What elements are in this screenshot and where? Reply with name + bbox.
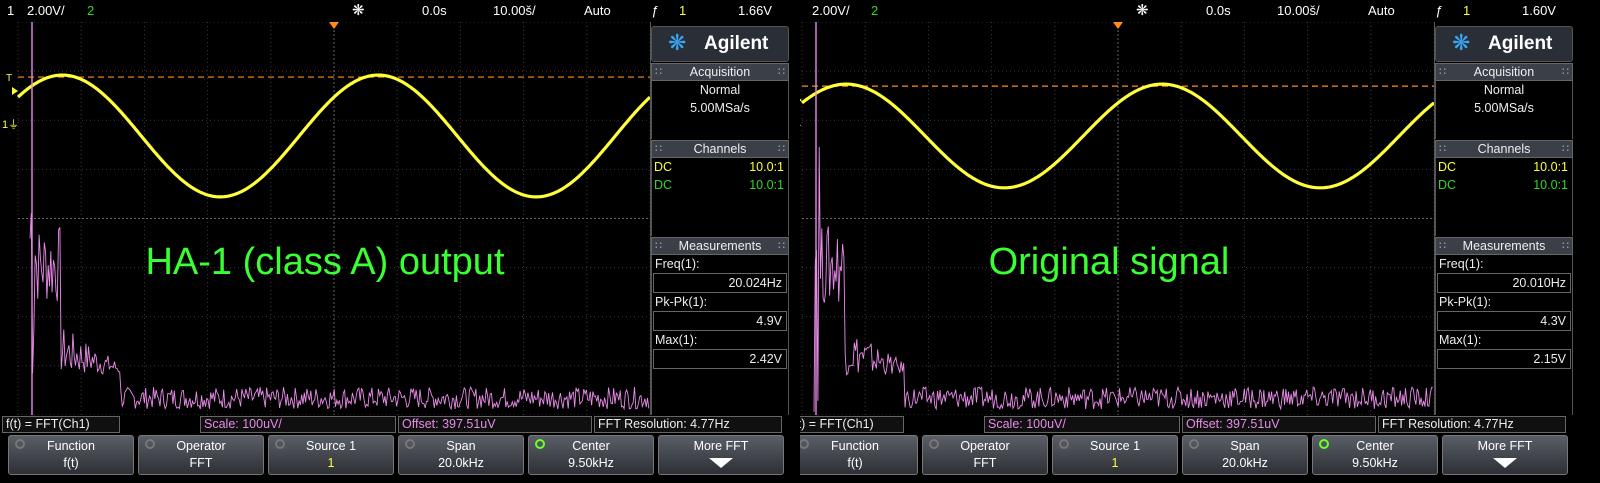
ch2-number[interactable]: 2 bbox=[87, 0, 94, 22]
measurement-value: 4.9V bbox=[653, 311, 787, 331]
measurement-label: Freq(1): bbox=[1436, 255, 1572, 273]
agilent-spark-icon: ❋ bbox=[668, 30, 687, 55]
measurement-value: 20.010Hz bbox=[1437, 273, 1571, 293]
ch1-ground-marker: 1⏚ bbox=[2, 118, 19, 131]
trigger-level[interactable]: 1.60V bbox=[1522, 0, 1556, 22]
agilent-spark-icon: ❋ bbox=[1452, 30, 1471, 55]
timebase-readout[interactable]: 10.00š/ bbox=[1277, 0, 1320, 22]
delay-readout[interactable]: 0.0s bbox=[422, 0, 447, 22]
ch1-scale[interactable]: 2.00V/ bbox=[27, 0, 65, 22]
softkey-bar: Function f(t) Operator FFT Source 1 1 Sp… bbox=[800, 433, 1600, 483]
timebase-readout[interactable]: 10.00š/ bbox=[493, 0, 536, 22]
operator-softkey[interactable]: Operator FFT bbox=[138, 435, 264, 475]
acquisition-mode: Normal bbox=[699, 83, 741, 97]
measurement-label: Pk-Pk(1): bbox=[1436, 293, 1572, 311]
measurement-value: 20.024Hz bbox=[653, 273, 787, 293]
trigger-mode[interactable]: Auto bbox=[1368, 0, 1395, 22]
channel-row-2: DC 10.0:1 bbox=[654, 178, 784, 192]
delay-readout[interactable]: 0.0s bbox=[1206, 0, 1231, 22]
fft-function: f(t) = FFT(Ch1) bbox=[800, 416, 904, 433]
overlay-label: Original signal bbox=[988, 241, 1230, 283]
measurements-header[interactable]: Measurements bbox=[651, 237, 789, 255]
softkey-bar: Function f(t) Operator FFT Source 1 1 Sp… bbox=[0, 433, 800, 483]
function-softkey[interactable]: Function f(t) bbox=[8, 435, 134, 475]
span-softkey[interactable]: Span 20.0kHz bbox=[398, 435, 524, 475]
waveform-plot: T1⏚ bbox=[800, 22, 1434, 415]
trigger-edge-icon: ƒ bbox=[651, 3, 659, 18]
channels-header[interactable]: Channels bbox=[651, 140, 789, 158]
more-fft-softkey[interactable]: More FFT bbox=[1442, 435, 1568, 475]
measurement-label: Pk-Pk(1): bbox=[652, 293, 788, 311]
center-softkey[interactable]: Center 9.50kHz bbox=[1312, 435, 1438, 475]
fft-scale: Scale: 100uV/ bbox=[200, 416, 396, 433]
side-panel: ❋ Agilent Acquisition Normal 5.00MSa/s C… bbox=[1435, 22, 1584, 415]
measurements-section: Freq(1): 20.010Hz Pk-Pk(1): 4.3V Max(1):… bbox=[1435, 255, 1573, 415]
ch1-marker-arrow bbox=[12, 87, 18, 96]
channel-row-2: DC 10.0:1 bbox=[1438, 178, 1568, 192]
measurement-value: 2.42V bbox=[653, 349, 787, 369]
fft-offset: Offset: 397.51uV bbox=[398, 416, 592, 433]
fft-offset: Offset: 397.51uV bbox=[1182, 416, 1376, 433]
fft-resolution: FFT Resolution: 4.77Hz bbox=[594, 416, 782, 433]
fft-scale: Scale: 100uV/ bbox=[984, 416, 1180, 433]
channels-section: DC 10.0:1 DC 10.0:1 bbox=[651, 158, 789, 236]
ch2-number[interactable]: 2 bbox=[871, 0, 878, 22]
trigger-position-marker bbox=[1113, 22, 1123, 29]
channels-header[interactable]: Channels bbox=[1435, 140, 1573, 158]
agilent-logo: ❋ Agilent bbox=[1435, 26, 1573, 62]
measurement-value: 4.3V bbox=[1437, 311, 1571, 331]
channels-section: DC 10.0:1 DC 10.0:1 bbox=[1435, 158, 1573, 236]
ch1-ground-marker: 1⏚ bbox=[800, 118, 803, 131]
fft-info-bar: f(t) = FFT(Ch1) Scale: 100uV/ Offset: 39… bbox=[0, 415, 800, 433]
side-panel: ❋ Agilent Acquisition Normal 5.00MSa/s C… bbox=[651, 22, 800, 415]
trigger-source[interactable]: 1 bbox=[1463, 0, 1470, 22]
acquisition-header[interactable]: Acquisition bbox=[651, 63, 789, 81]
run-status-icon: ❋ bbox=[1136, 2, 1149, 19]
arrow-down-icon bbox=[1493, 458, 1517, 468]
sample-rate: 5.00MSa/s bbox=[1474, 101, 1534, 115]
trigger-mode[interactable]: Auto bbox=[584, 0, 611, 22]
more-fft-softkey[interactable]: More FFT bbox=[658, 435, 784, 475]
channel-row-1: DC 10.0:1 bbox=[1438, 160, 1568, 174]
channel-row-1: DC 10.0:1 bbox=[654, 160, 784, 174]
acquisition-mode: Normal bbox=[1483, 83, 1525, 97]
scope-right: 1 2.00V/ 2 ❋ 0.0s 10.00š/ Auto ƒ 1 1.60V… bbox=[800, 0, 1600, 483]
measurement-value: 2.15V bbox=[1437, 349, 1571, 369]
overlay-label: HA-1 (class A) output bbox=[145, 241, 505, 283]
ch1-scale[interactable]: 2.00V/ bbox=[812, 0, 850, 22]
function-softkey[interactable]: Function f(t) bbox=[800, 435, 918, 475]
trigger-source[interactable]: 1 bbox=[679, 0, 686, 22]
acquisition-section: Normal 5.00MSa/s bbox=[1435, 81, 1573, 139]
source1-softkey[interactable]: Source 1 1 bbox=[1052, 435, 1178, 475]
graticule-display[interactable]: T1⏚ Original signal bbox=[800, 22, 1435, 415]
ch1-number[interactable]: 1 bbox=[7, 0, 14, 22]
run-status-icon: ❋ bbox=[352, 2, 365, 19]
fft-info-bar: f(t) = FFT(Ch1) Scale: 100uV/ Offset: 39… bbox=[800, 415, 1600, 433]
center-softkey[interactable]: Center 9.50kHz bbox=[528, 435, 654, 475]
acquisition-header[interactable]: Acquisition bbox=[1435, 63, 1573, 81]
arrow-down-icon bbox=[709, 458, 733, 468]
source1-softkey[interactable]: Source 1 1 bbox=[268, 435, 394, 475]
sample-rate: 5.00MSa/s bbox=[690, 101, 750, 115]
scope-left: 1 2.00V/ 2 ❋ 0.0s 10.00š/ Auto ƒ 1 1.66V… bbox=[0, 0, 800, 483]
waveform-plot: T 1⏚ bbox=[2, 22, 650, 415]
measurement-label: Max(1): bbox=[1436, 331, 1572, 349]
measurements-header[interactable]: Measurements bbox=[1435, 237, 1573, 255]
measurement-label: Max(1): bbox=[652, 331, 788, 349]
acquisition-section: Normal 5.00MSa/s bbox=[651, 81, 789, 139]
fft-resolution: FFT Resolution: 4.77Hz bbox=[1378, 416, 1566, 433]
agilent-logo: ❋ Agilent bbox=[651, 26, 789, 62]
measurements-section: Freq(1): 20.024Hz Pk-Pk(1): 4.9V Max(1):… bbox=[651, 255, 789, 415]
trigger-level[interactable]: 1.66V bbox=[738, 0, 772, 22]
graticule-display[interactable]: T 1⏚ HA-1 (class A) output bbox=[0, 22, 651, 415]
operator-softkey[interactable]: Operator FFT bbox=[922, 435, 1048, 475]
trigger-marker: T bbox=[6, 73, 12, 84]
fft-function: f(t) = FFT(Ch1) bbox=[2, 416, 120, 433]
trigger-edge-icon: ƒ bbox=[1435, 3, 1443, 18]
status-bar: 1 2.00V/ 2 ❋ 0.0s 10.00š/ Auto ƒ 1 1.60V bbox=[800, 0, 1600, 22]
trigger-position-marker bbox=[329, 22, 339, 29]
status-bar: 1 2.00V/ 2 ❋ 0.0s 10.00š/ Auto ƒ 1 1.66V bbox=[0, 0, 800, 22]
span-softkey[interactable]: Span 20.0kHz bbox=[1182, 435, 1308, 475]
measurement-label: Freq(1): bbox=[652, 255, 788, 273]
